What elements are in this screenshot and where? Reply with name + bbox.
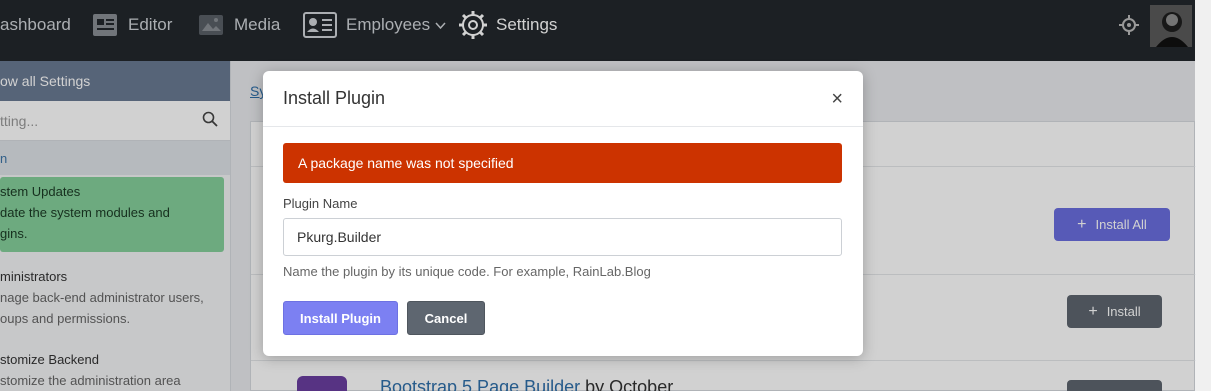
close-icon[interactable]: × (831, 89, 843, 109)
cancel-button[interactable]: Cancel (407, 301, 485, 335)
error-alert: A package name was not specified (283, 143, 842, 183)
page-scrollbar[interactable] (1195, 0, 1211, 391)
plugin-name-help: Name the plugin by its unique code. For … (283, 264, 651, 279)
modal-header: Install Plugin × (263, 71, 863, 127)
install-plugin-button[interactable]: Install Plugin (283, 301, 398, 335)
install-plugin-modal: Install Plugin × A package name was not … (263, 71, 863, 356)
plugin-name-label: Plugin Name (283, 196, 358, 211)
modal-title: Install Plugin (283, 88, 386, 108)
plugin-name-input[interactable] (283, 218, 842, 256)
